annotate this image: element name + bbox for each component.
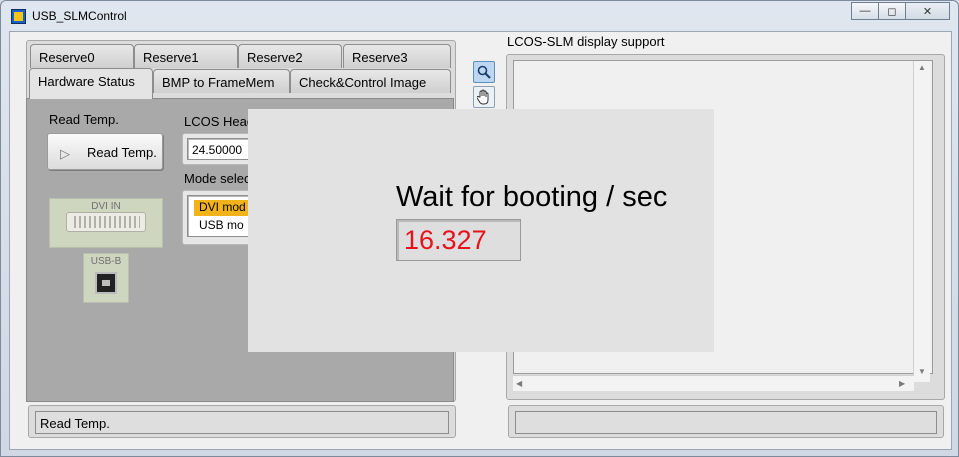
boot-countdown-value: 16.327 [404, 225, 487, 255]
boot-countdown-box: 16.327 [396, 219, 521, 261]
scroll-down-icon[interactable]: ▼ [918, 367, 926, 376]
status-text-right [515, 411, 937, 434]
usb-port-icon [95, 272, 117, 294]
restore-button[interactable]: ◻ [878, 2, 906, 20]
boot-wait-dialog: Wait for booting / sec 16.327 [248, 109, 714, 352]
tab-hardware-status[interactable]: Hardware Status [29, 68, 153, 99]
dvi-connector-image: DVI IN [49, 198, 163, 248]
tab-reserve3[interactable]: Reserve3 [343, 44, 451, 68]
status-frame-right [508, 405, 944, 438]
read-temp-button[interactable]: ▷ Read Temp. [47, 133, 163, 170]
mode-select-label: Mode selec [184, 171, 251, 186]
usb-b-label: USB-B [90, 256, 122, 267]
lcos-head-label: LCOS Head [184, 114, 255, 129]
display-label: LCOS-SLM display support [507, 34, 665, 49]
labview-app-icon [11, 9, 26, 24]
status-frame-left: Read Temp. [28, 405, 456, 438]
client-area: Reserve0 Reserve1 Reserve2 Reserve3 Hard… [9, 31, 952, 450]
scroll-up-icon[interactable]: ▲ [918, 63, 926, 72]
tab-bmp-to-framemem[interactable]: BMP to FrameMem [153, 69, 290, 93]
close-button[interactable]: ✕ [905, 2, 950, 20]
app-window: USB_SLMControl — ◻ ✕ Reserve0 Reserve1 R… [0, 0, 959, 457]
zoom-tool[interactable] [473, 61, 495, 83]
read-temp-label: Read Temp. [49, 112, 119, 127]
window-title: USB_SLMControl [32, 9, 127, 23]
horizontal-scrollbar[interactable]: ◀ ▶ [513, 375, 914, 391]
boot-wait-title: Wait for booting / sec [396, 181, 668, 213]
dvi-in-label: DVI IN [91, 201, 121, 212]
scroll-right-icon[interactable]: ▶ [899, 379, 905, 388]
title-bar[interactable]: USB_SLMControl — ◻ ✕ [1, 1, 958, 31]
tab-reserve2[interactable]: Reserve2 [238, 44, 342, 68]
scroll-left-icon[interactable]: ◀ [516, 379, 522, 388]
tab-check-control-image[interactable]: Check&Control Image [290, 69, 451, 93]
pan-tool[interactable] [473, 86, 495, 108]
hand-icon [477, 89, 489, 105]
minimize-button[interactable]: — [851, 2, 879, 20]
status-text-left: Read Temp. [35, 411, 449, 434]
vertical-scrollbar[interactable]: ▲ ▼ [913, 61, 930, 382]
magnifier-icon [477, 65, 491, 79]
read-temp-button-label: Read Temp. [87, 145, 157, 160]
tab-reserve1[interactable]: Reserve1 [134, 44, 238, 68]
usb-connector-image: USB-B [83, 253, 129, 303]
play-icon: ▷ [60, 146, 70, 161]
tab-reserve0[interactable]: Reserve0 [30, 44, 134, 68]
